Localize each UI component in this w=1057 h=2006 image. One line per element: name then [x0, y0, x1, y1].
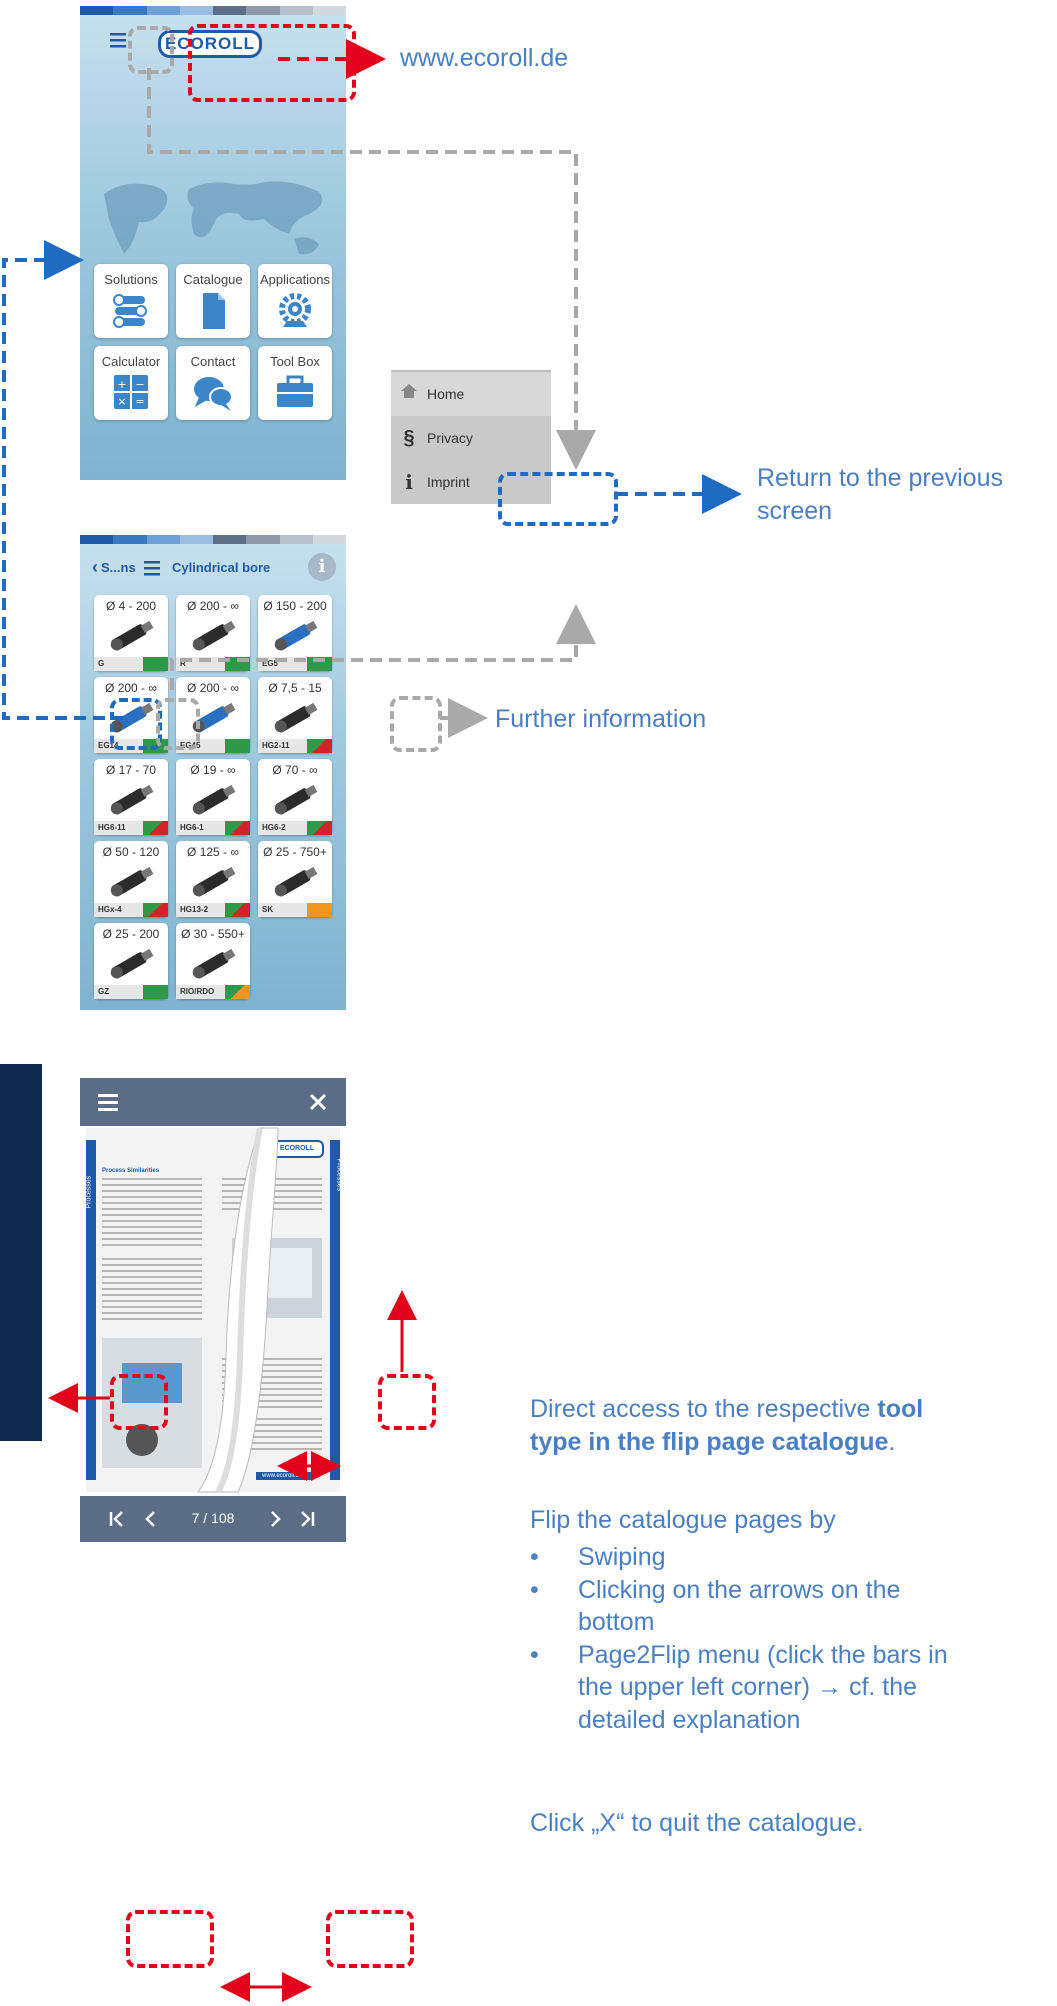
bullet-text: Swiping	[578, 1543, 666, 1571]
annotation-quit: Click „X“ to quit the catalogue.	[530, 1809, 864, 1837]
direct-access-bold-1: tool	[877, 1395, 924, 1423]
bullet-text: Clicking on the arrows on the	[578, 1575, 901, 1604]
highlight-next-arrows	[326, 1910, 414, 1968]
highlight-back	[110, 698, 162, 750]
highlight-logo	[188, 24, 356, 102]
direct-access-bold-2: type in the flip page catalogue	[530, 1427, 889, 1456]
direct-access-end: .	[888, 1427, 896, 1456]
annotation-further-info: Further information	[495, 705, 707, 733]
annotation-direct-access: Direct access to the respective tool typ…	[530, 1393, 1030, 1458]
annotation-flip-intro: Flip the catalogue pages by	[530, 1506, 836, 1534]
highlight-hamburger	[128, 26, 174, 74]
highlight-info	[390, 696, 442, 752]
annotation-bullets: • Swiping • Clicking on the arrows on the …	[530, 1541, 1040, 1736]
annotation-return-line1: Return to the previous	[757, 464, 1003, 492]
bullet-text: bottom	[578, 1608, 655, 1636]
bullet-text: the upper left corner) → cf. the	[578, 1673, 918, 1701]
highlight-home	[498, 472, 618, 526]
annotation-return-line2: screen	[757, 496, 833, 525]
direct-access-text: Direct access to the respective	[530, 1395, 878, 1423]
highlight-catalogue-menu	[110, 1374, 168, 1430]
bullet-text: Page2Flip menu (click the bars in	[578, 1640, 948, 1669]
annotation-return: Return to the previous screen	[757, 462, 1003, 527]
highlight-solutions-hamburger	[156, 698, 200, 750]
annotation-website: www.ecoroll.de	[400, 44, 569, 72]
highlight-prev-arrows	[126, 1910, 214, 1968]
bullet-text: detailed explanation	[578, 1705, 801, 1734]
highlight-close	[378, 1374, 436, 1430]
